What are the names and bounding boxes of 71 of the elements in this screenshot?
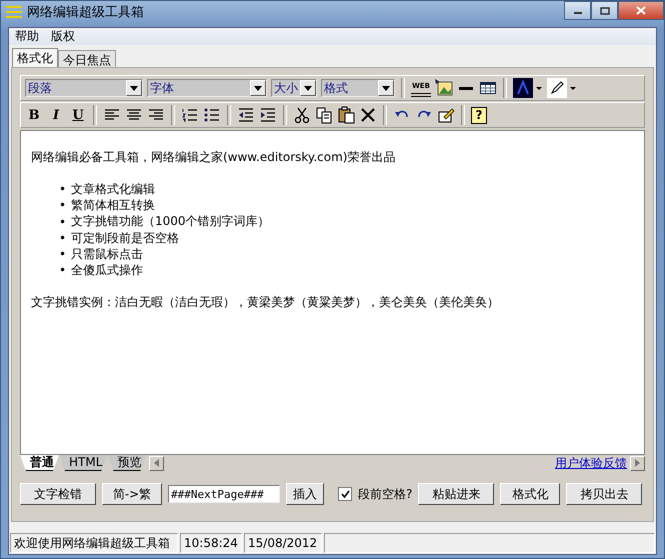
status-cell: 欢迎使用网络编辑超级工具箱 (10, 533, 178, 553)
dropdown[interactable]: 大小 (271, 79, 317, 97)
checkbox[interactable] (338, 487, 352, 501)
maximize-icon (600, 6, 610, 14)
table-icon[interactable] (479, 79, 497, 97)
maximize-button[interactable] (591, 1, 618, 20)
list-item: 文字挑错功能（1000个错别字词库） (71, 213, 270, 230)
status-cell: 15/08/2012 (244, 533, 322, 553)
dropdown[interactable]: 段落 (25, 79, 143, 97)
list-item: 全傻瓜式操作 (71, 262, 143, 278)
highlight-pen-icon[interactable] (547, 78, 577, 98)
bullet-mark: • (59, 181, 68, 198)
copy-out-button[interactable]: 拷贝出去 (566, 483, 642, 505)
font-color-icon[interactable] (513, 78, 543, 98)
caret-icon (382, 86, 390, 90)
left-arrow-icon (154, 459, 160, 467)
list-item: 文章格式化编辑 (71, 181, 155, 198)
caret-icon (304, 86, 312, 90)
format-button[interactable]: U (69, 108, 87, 122)
insert-button[interactable]: 插入 (286, 483, 324, 505)
paste-icon[interactable] (337, 106, 355, 124)
caret-icon (130, 86, 138, 90)
format-button[interactable]: 格式化 (500, 483, 560, 505)
close-icon (636, 6, 646, 15)
menu-item[interactable]: 帮助 (9, 28, 45, 45)
dropdown[interactable]: 字体 (147, 79, 267, 97)
window-title: 网络编辑超级工具箱 (27, 4, 144, 21)
menu-item[interactable]: 版权 (45, 28, 81, 45)
view-tab[interactable]: 普通 (20, 455, 59, 471)
intro-text: 网络编辑必备工具箱，网络编辑之家(www.editorsky.com)荣誉出品 (31, 149, 396, 165)
editor-area[interactable]: 网络编辑必备工具箱，网络编辑之家(www.editorsky.com)荣誉出品 • 文章格式化编辑 • 繁简体相互转换 • 文字挑错功能（1000个错别字词库） • 可定制段前是否空格 • 只需鼠标点击 • 全傻瓜式操作 文字挑错实例：洁白无暇（洁白无瑕），黄梁美梦（黄粱美梦），美仑美奂（美伦美奂） (20, 130, 645, 455)
page-marker-field[interactable]: ###NextPage### (168, 485, 280, 503)
tab[interactable]: 今日焦点 (58, 50, 116, 67)
numbered-list-icon[interactable] (181, 106, 199, 124)
edit-note-icon[interactable] (437, 106, 455, 124)
list-item: 可定制段前是否空格 (71, 230, 179, 246)
status-cell: 10:58:24 (180, 533, 242, 553)
view-tab[interactable]: 预览 (107, 455, 146, 471)
paste-button[interactable]: 粘贴进来 (418, 483, 494, 505)
dropdown[interactable]: 格式 (321, 79, 395, 97)
help-button[interactable]: ? (471, 106, 487, 124)
copy-icon[interactable] (315, 106, 333, 124)
close-button[interactable] (618, 1, 664, 20)
bullet-mark: • (59, 230, 68, 246)
scissors-icon[interactable] (293, 106, 311, 124)
list-item: 只需鼠标点击 (71, 246, 143, 262)
bullet-mark: • (59, 197, 68, 214)
caret-icon (254, 86, 262, 90)
indent-icon[interactable] (259, 106, 277, 124)
right-arrow-icon (635, 459, 640, 467)
minimize-button[interactable] (564, 1, 591, 20)
tab[interactable]: 格式化 (12, 48, 58, 67)
bullet-mark: • (59, 246, 68, 262)
feedback-link[interactable]: 用户体验反馈 (555, 454, 627, 472)
scroll-right-button[interactable] (630, 456, 645, 470)
format-button[interactable]: I (47, 108, 65, 122)
outdent-icon[interactable] (237, 106, 255, 124)
bullet-list-icon[interactable] (203, 106, 221, 124)
checkbox-label: 段前空格? (358, 486, 412, 502)
bullet-mark: • (59, 214, 68, 230)
format-button[interactable]: B (25, 108, 43, 122)
check-button[interactable]: 文字检错 (20, 483, 96, 505)
delete-icon[interactable] (359, 106, 377, 124)
bullet-mark: • (59, 262, 68, 278)
view-tab[interactable]: HTML (59, 455, 108, 471)
scroll-left-button[interactable] (149, 456, 164, 470)
convert-button[interactable]: 简->繁 (102, 483, 162, 505)
image-icon[interactable] (435, 79, 453, 97)
example-text: 文字挑错实例：洁白无暇（洁白无瑕），黄梁美梦（黄粱美梦），美仑美奂（美伦美奂） (31, 294, 500, 310)
menu-lines-icon (5, 4, 23, 20)
list-item: 繁简体相互转换 (71, 197, 155, 214)
